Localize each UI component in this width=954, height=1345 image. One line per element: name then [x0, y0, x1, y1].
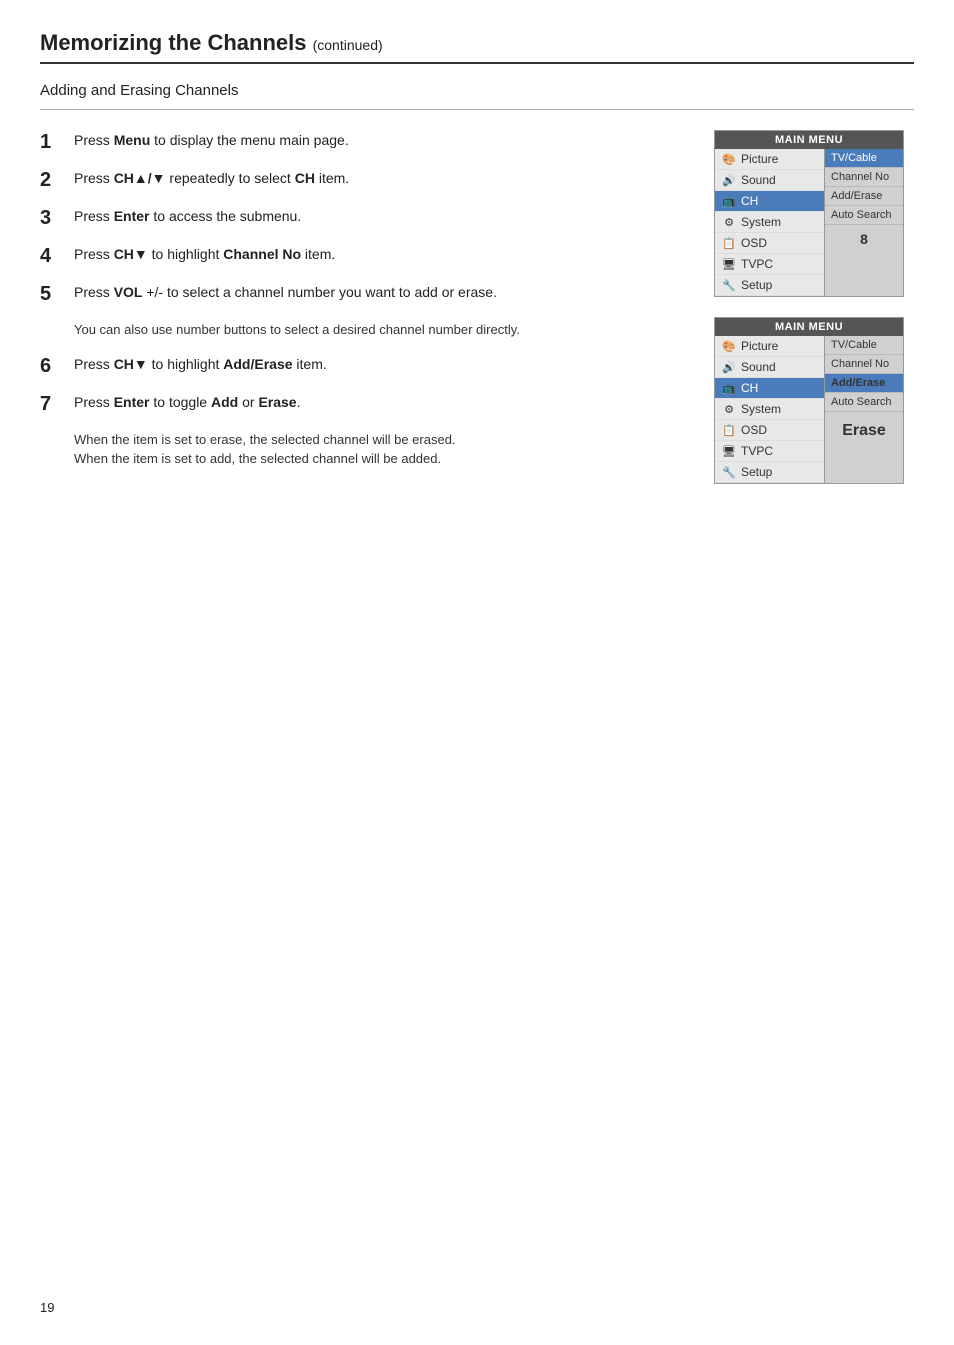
- menu-1-submenu: TV/Cable Channel No Add/Erase Auto Searc…: [825, 149, 903, 296]
- menu-2-system-label: System: [741, 402, 781, 416]
- menu-1-tvpc-label: TVPC: [741, 257, 773, 271]
- menu-2-item-osd: 📋 OSD: [715, 420, 824, 441]
- setup-icon: 🔧: [721, 279, 737, 292]
- menu-2-ch-label: CH: [741, 381, 758, 395]
- submenu-2-adderase: Add/Erase: [825, 374, 903, 393]
- menu-2-tvpc-label: TVPC: [741, 444, 773, 458]
- step-7: 7 Press Enter to toggle Add or Erase.: [40, 392, 684, 416]
- step-2-num: 2: [40, 168, 64, 192]
- menu-2-picture-label: Picture: [741, 339, 778, 353]
- menu-1-setup-label: Setup: [741, 278, 772, 292]
- menu-2-item-system: ⚙ System: [715, 399, 824, 420]
- menu-1-ch-label: CH: [741, 194, 758, 208]
- menu-2-item-tvpc: 🖥 TVPC: [715, 441, 824, 462]
- menu-2-item-sound: 🔊 Sound: [715, 357, 824, 378]
- menu-1-item-system: ⚙ System: [715, 212, 824, 233]
- menu-1-sound-label: Sound: [741, 173, 776, 187]
- submenu-1-autosearch: Auto Search: [825, 206, 903, 225]
- submenu-1-adderase: Add/Erase: [825, 187, 903, 206]
- menu-2-setup-label: Setup: [741, 465, 772, 479]
- menu-2-body: 🎨 Picture 🔊 Sound 📺 CH ⚙ System: [715, 336, 903, 483]
- title-rule: [40, 62, 914, 64]
- ch-icon: 📺: [721, 195, 737, 208]
- step-6-text: Press CH▼ to highlight Add/Erase item.: [74, 354, 327, 375]
- system-icon-2: ⚙: [721, 403, 737, 416]
- menu-2-submenu: TV/Cable Channel No Add/Erase Auto Searc…: [825, 336, 903, 483]
- submenu-1-channelno: Channel No: [825, 168, 903, 187]
- osd-icon-2: 📋: [721, 424, 737, 437]
- submenu-1-tvcable: TV/Cable: [825, 149, 903, 168]
- submenu-2-value: Erase: [825, 412, 903, 450]
- submenu-2-tvcable: TV/Cable: [825, 336, 903, 355]
- ch-icon-2: 📺: [721, 382, 737, 395]
- content-area: 1 Press Menu to display the menu main pa…: [40, 130, 914, 484]
- step-2-text: Press CH▲/▼ repeatedly to select CH item…: [74, 168, 349, 189]
- submenu-2-autosearch: Auto Search: [825, 393, 903, 412]
- menu-1-system-label: System: [741, 215, 781, 229]
- step-3-num: 3: [40, 206, 64, 230]
- step-4: 4 Press CH▼ to highlight Channel No item…: [40, 244, 684, 268]
- step-4-num: 4: [40, 244, 64, 268]
- menu-box-2: MAIN MENU 🎨 Picture 🔊 Sound 📺 CH: [714, 317, 904, 484]
- system-icon: ⚙: [721, 216, 737, 229]
- menu-1-item-setup: 🔧 Setup: [715, 275, 824, 296]
- sound-icon: 🔊: [721, 174, 737, 187]
- step-2: 2 Press CH▲/▼ repeatedly to select CH it…: [40, 168, 684, 192]
- step-6-num: 6: [40, 354, 64, 378]
- menu-1-picture-label: Picture: [741, 152, 778, 166]
- step-3: 3 Press Enter to access the submenu.: [40, 206, 684, 230]
- step-3-text: Press Enter to access the submenu.: [74, 206, 301, 227]
- step-7-text: Press Enter to toggle Add or Erase.: [74, 392, 300, 413]
- picture-icon-2: 🎨: [721, 340, 737, 353]
- page-number: 19: [40, 1300, 54, 1315]
- submenu-2-channelno: Channel No: [825, 355, 903, 374]
- menu-box-1: MAIN MENU 🎨 Picture 🔊 Sound 📺 CH: [714, 130, 904, 297]
- tvpc-icon-2: 🖥: [721, 445, 737, 458]
- menu-2-header: MAIN MENU: [715, 318, 903, 336]
- instructions: 1 Press Menu to display the menu main pa…: [40, 130, 684, 484]
- osd-icon: 📋: [721, 237, 737, 250]
- menu-1-item-sound: 🔊 Sound: [715, 170, 824, 191]
- title-continued: (continued): [313, 37, 383, 53]
- submenu-1-value: 8: [825, 225, 903, 253]
- menu-1-osd-label: OSD: [741, 236, 767, 250]
- menu-1-item-tvpc: 🖥 TVPC: [715, 254, 824, 275]
- step-4-text: Press CH▼ to highlight Channel No item.: [74, 244, 335, 265]
- step-6: 6 Press CH▼ to highlight Add/Erase item.: [40, 354, 684, 378]
- tvpc-icon: 🖥: [721, 258, 737, 271]
- setup-icon-2: 🔧: [721, 466, 737, 479]
- step-5: 5 Press VOL +/- to select a channel numb…: [40, 282, 684, 306]
- menu-2-items: 🎨 Picture 🔊 Sound 📺 CH ⚙ System: [715, 336, 825, 483]
- step-1-text: Press Menu to display the menu main page…: [74, 130, 349, 151]
- menus-column: MAIN MENU 🎨 Picture 🔊 Sound 📺 CH: [714, 130, 914, 484]
- menu-1-item-osd: 📋 OSD: [715, 233, 824, 254]
- step-1: 1 Press Menu to display the menu main pa…: [40, 130, 684, 154]
- menu-2-sound-label: Sound: [741, 360, 776, 374]
- picture-icon: 🎨: [721, 153, 737, 166]
- menu-1-item-ch: 📺 CH: [715, 191, 824, 212]
- menu-2-osd-label: OSD: [741, 423, 767, 437]
- menu-2-item-picture: 🎨 Picture: [715, 336, 824, 357]
- title-main: Memorizing the Channels: [40, 30, 306, 55]
- step-7-num: 7: [40, 392, 64, 416]
- step-5-text: Press VOL +/- to select a channel number…: [74, 282, 497, 303]
- section-heading: Adding and Erasing Channels: [40, 82, 914, 99]
- step-7-subtext: When the item is set to erase, the selec…: [74, 430, 684, 469]
- step-5-subtext: You can also use number buttons to selec…: [74, 320, 684, 340]
- step-1-num: 1: [40, 130, 64, 154]
- page-title: Memorizing the Channels (continued): [40, 30, 914, 56]
- menu-2-item-setup: 🔧 Setup: [715, 462, 824, 483]
- menu-1-body: 🎨 Picture 🔊 Sound 📺 CH ⚙ System: [715, 149, 903, 296]
- step-5-num: 5: [40, 282, 64, 306]
- menu-1-header: MAIN MENU: [715, 131, 903, 149]
- menu-2-item-ch: 📺 CH: [715, 378, 824, 399]
- section-rule: [40, 109, 914, 110]
- menu-1-item-picture: 🎨 Picture: [715, 149, 824, 170]
- menu-1-items: 🎨 Picture 🔊 Sound 📺 CH ⚙ System: [715, 149, 825, 296]
- sound-icon-2: 🔊: [721, 361, 737, 374]
